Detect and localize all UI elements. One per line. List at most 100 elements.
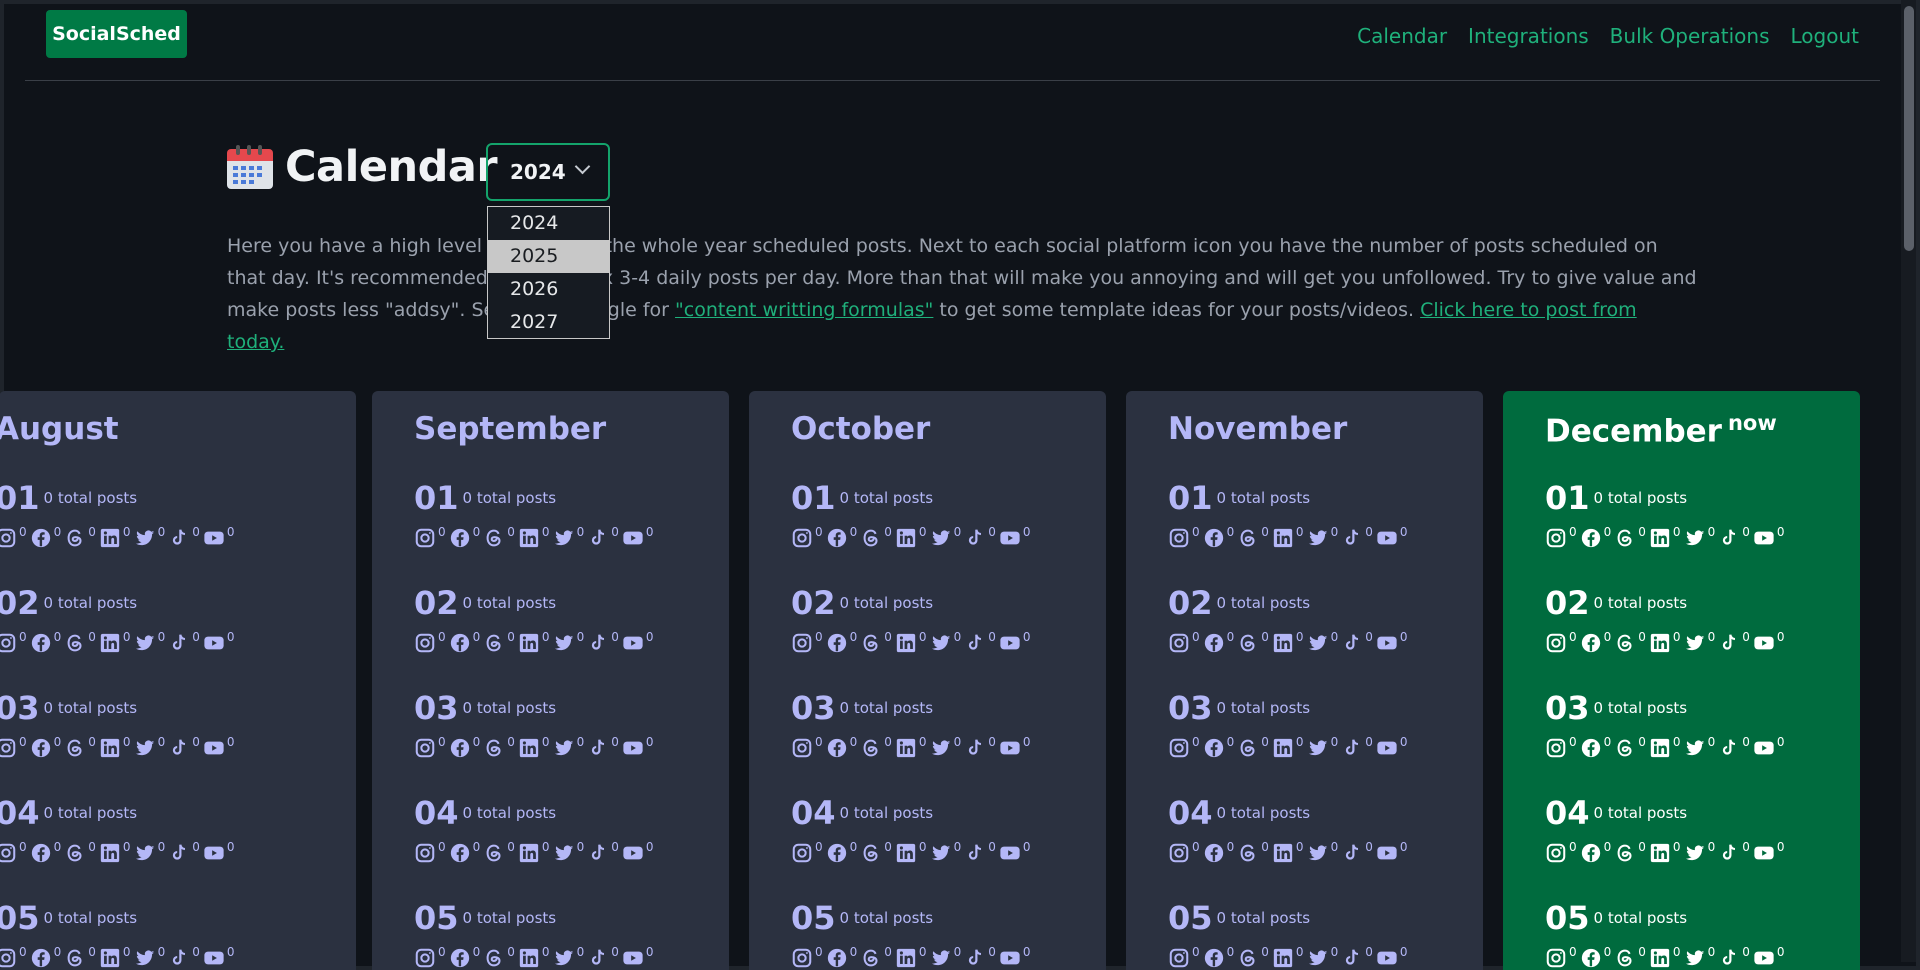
- platform-count-youtube[interactable]: 0: [622, 840, 653, 868]
- platform-count-facebook[interactable]: 0: [1580, 630, 1611, 658]
- platform-count-twitter[interactable]: 0: [134, 525, 165, 553]
- platform-count-facebook[interactable]: 0: [449, 630, 480, 658]
- day-entry[interactable]: 04 0 total posts 0 0 0 0 0 0 0: [1168, 794, 1483, 868]
- platform-count-instagram[interactable]: 0: [0, 840, 27, 868]
- platform-count-threads[interactable]: 0: [1614, 840, 1646, 868]
- platform-count-instagram[interactable]: 0: [791, 840, 823, 868]
- platform-count-instagram[interactable]: 0: [414, 945, 446, 970]
- platform-count-instagram[interactable]: 0: [791, 735, 823, 763]
- day-entry[interactable]: 03 0 total posts 0 0 0 0 0 0 0: [1168, 689, 1483, 763]
- platform-count-linkedin[interactable]: 0: [1649, 525, 1681, 553]
- platform-count-youtube[interactable]: 0: [1753, 630, 1784, 658]
- platform-count-tiktok[interactable]: 0: [1341, 735, 1373, 763]
- platform-count-linkedin[interactable]: 0: [895, 735, 927, 763]
- day-entry[interactable]: 05 0 total posts 0 0 0 0 0 0 0: [414, 899, 729, 970]
- platform-count-threads[interactable]: 0: [860, 945, 892, 970]
- platform-count-youtube[interactable]: 0: [999, 735, 1030, 763]
- platform-count-threads[interactable]: 0: [1614, 735, 1646, 763]
- platform-count-instagram[interactable]: 0: [1545, 840, 1577, 868]
- platform-count-tiktok[interactable]: 0: [964, 945, 996, 970]
- platform-count-tiktok[interactable]: 0: [1718, 525, 1750, 553]
- platform-count-twitter[interactable]: 0: [553, 945, 584, 970]
- platform-count-youtube[interactable]: 0: [203, 735, 234, 763]
- platform-count-facebook[interactable]: 0: [1580, 840, 1611, 868]
- platform-count-twitter[interactable]: 0: [1684, 630, 1715, 658]
- platform-count-twitter[interactable]: 0: [930, 630, 961, 658]
- platform-count-facebook[interactable]: 0: [449, 840, 480, 868]
- platform-count-threads[interactable]: 0: [483, 630, 515, 658]
- platform-count-linkedin[interactable]: 0: [99, 840, 131, 868]
- platform-count-tiktok[interactable]: 0: [168, 630, 200, 658]
- nav-link-integrations[interactable]: Integrations: [1468, 24, 1589, 48]
- platform-count-instagram[interactable]: 0: [414, 735, 446, 763]
- platform-count-instagram[interactable]: 0: [1168, 630, 1200, 658]
- platform-count-threads[interactable]: 0: [860, 840, 892, 868]
- platform-count-threads[interactable]: 0: [1614, 945, 1646, 970]
- platform-count-linkedin[interactable]: 0: [518, 840, 550, 868]
- brand-logo-button[interactable]: SocialSched: [46, 10, 187, 58]
- platform-count-threads[interactable]: 0: [483, 945, 515, 970]
- platform-count-twitter[interactable]: 0: [134, 840, 165, 868]
- platform-count-threads[interactable]: 0: [483, 525, 515, 553]
- platform-count-threads[interactable]: 0: [1237, 840, 1269, 868]
- day-entry[interactable]: 01 0 total posts 0 0 0 0 0 0 0: [0, 479, 315, 553]
- platform-count-threads[interactable]: 0: [860, 735, 892, 763]
- platform-count-instagram[interactable]: 0: [1168, 735, 1200, 763]
- platform-count-instagram[interactable]: 0: [1545, 630, 1577, 658]
- nav-link-calendar[interactable]: Calendar: [1357, 24, 1447, 48]
- platform-count-threads[interactable]: 0: [1237, 735, 1269, 763]
- platform-count-facebook[interactable]: 0: [1203, 945, 1234, 970]
- platform-count-facebook[interactable]: 0: [449, 945, 480, 970]
- platform-count-youtube[interactable]: 0: [1376, 630, 1407, 658]
- platform-count-threads[interactable]: 0: [64, 525, 96, 553]
- day-entry[interactable]: 02 0 total posts 0 0 0 0 0 0 0: [414, 584, 729, 658]
- platform-count-facebook[interactable]: 0: [30, 525, 61, 553]
- platform-count-twitter[interactable]: 0: [930, 735, 961, 763]
- platform-count-youtube[interactable]: 0: [999, 525, 1030, 553]
- platform-count-tiktok[interactable]: 0: [587, 840, 619, 868]
- platform-count-linkedin[interactable]: 0: [1272, 735, 1304, 763]
- day-entry[interactable]: 04 0 total posts 0 0 0 0 0 0 0: [414, 794, 729, 868]
- platform-count-linkedin[interactable]: 0: [895, 945, 927, 970]
- platform-count-facebook[interactable]: 0: [30, 630, 61, 658]
- day-entry[interactable]: 02 0 total posts 0 0 0 0 0 0 0: [1168, 584, 1483, 658]
- platform-count-twitter[interactable]: 0: [134, 735, 165, 763]
- day-entry[interactable]: 05 0 total posts 0 0 0 0 0 0 0: [1168, 899, 1483, 970]
- day-entry[interactable]: 03 0 total posts 0 0 0 0 0 0 0: [1545, 689, 1860, 763]
- platform-count-twitter[interactable]: 0: [1307, 735, 1338, 763]
- platform-count-tiktok[interactable]: 0: [1341, 630, 1373, 658]
- platform-count-twitter[interactable]: 0: [553, 840, 584, 868]
- platform-count-instagram[interactable]: 0: [414, 630, 446, 658]
- platform-count-instagram[interactable]: 0: [414, 525, 446, 553]
- platform-count-instagram[interactable]: 0: [1545, 735, 1577, 763]
- platform-count-facebook[interactable]: 0: [826, 630, 857, 658]
- platform-count-tiktok[interactable]: 0: [587, 945, 619, 970]
- day-entry[interactable]: 03 0 total posts 0 0 0 0 0 0 0: [414, 689, 729, 763]
- platform-count-linkedin[interactable]: 0: [1272, 840, 1304, 868]
- platform-count-instagram[interactable]: 0: [1545, 945, 1577, 970]
- platform-count-youtube[interactable]: 0: [203, 945, 234, 970]
- platform-count-twitter[interactable]: 0: [1307, 525, 1338, 553]
- day-entry[interactable]: 01 0 total posts 0 0 0 0 0 0 0: [1545, 479, 1860, 553]
- platform-count-facebook[interactable]: 0: [449, 525, 480, 553]
- platform-count-instagram[interactable]: 0: [0, 525, 27, 553]
- platform-count-twitter[interactable]: 0: [1307, 840, 1338, 868]
- platform-count-facebook[interactable]: 0: [30, 735, 61, 763]
- platform-count-facebook[interactable]: 0: [30, 840, 61, 868]
- platform-count-threads[interactable]: 0: [64, 945, 96, 970]
- scrollbar-thumb[interactable]: [1904, 6, 1914, 251]
- platform-count-facebook[interactable]: 0: [1580, 945, 1611, 970]
- platform-count-facebook[interactable]: 0: [1203, 840, 1234, 868]
- platform-count-facebook[interactable]: 0: [1203, 735, 1234, 763]
- platform-count-facebook[interactable]: 0: [826, 945, 857, 970]
- platform-count-linkedin[interactable]: 0: [1649, 630, 1681, 658]
- day-entry[interactable]: 03 0 total posts 0 0 0 0 0 0 0: [791, 689, 1106, 763]
- platform-count-threads[interactable]: 0: [483, 840, 515, 868]
- platform-count-linkedin[interactable]: 0: [1272, 630, 1304, 658]
- platform-count-tiktok[interactable]: 0: [1341, 840, 1373, 868]
- day-entry[interactable]: 05 0 total posts 0 0 0 0 0 0 0: [791, 899, 1106, 970]
- platform-count-twitter[interactable]: 0: [1684, 525, 1715, 553]
- platform-count-threads[interactable]: 0: [1237, 945, 1269, 970]
- platform-count-threads[interactable]: 0: [64, 735, 96, 763]
- day-entry[interactable]: 01 0 total posts 0 0 0 0 0 0 0: [1168, 479, 1483, 553]
